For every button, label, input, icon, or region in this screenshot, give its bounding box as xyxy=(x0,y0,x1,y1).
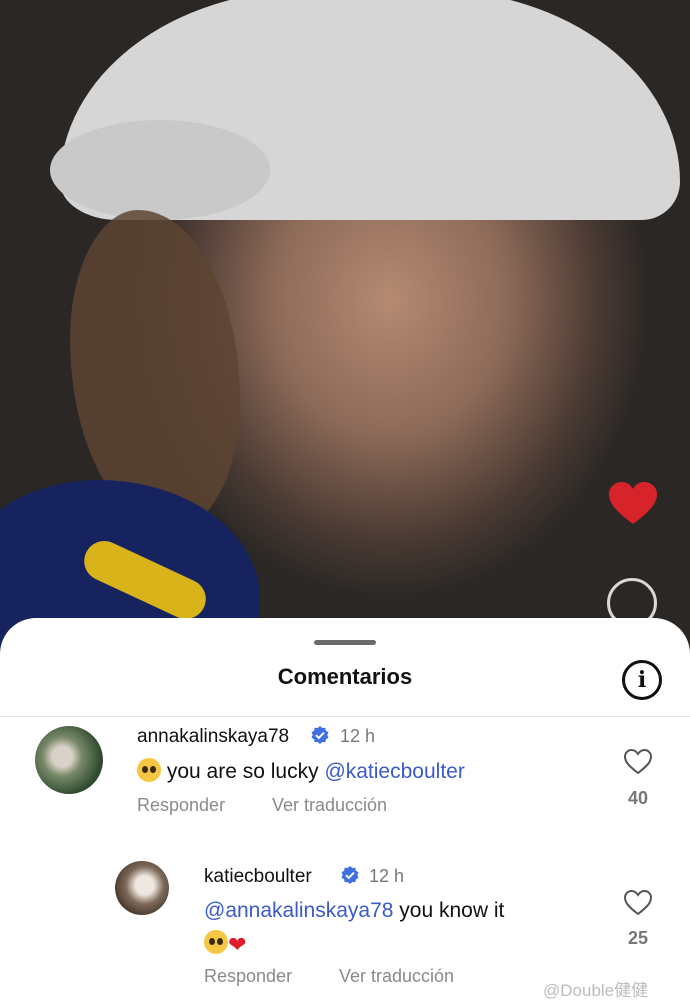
translate-button[interactable]: Ver traducción xyxy=(272,795,387,816)
red-heart-emoji-icon: ❤ xyxy=(228,932,247,957)
comment-time: 12 h xyxy=(369,866,405,886)
like-comment-heart-icon[interactable] xyxy=(623,748,653,775)
comments-sheet: Comentarios i annakalinskaya78 12 h you … xyxy=(0,618,690,1006)
avatar[interactable] xyxy=(35,726,103,794)
video-background xyxy=(0,0,690,660)
mention-link[interactable]: @annakalinskaya78 xyxy=(204,899,393,922)
comment-body: you know it xyxy=(399,899,505,922)
divider xyxy=(0,716,690,717)
like-video-heart-icon[interactable] xyxy=(607,480,659,526)
sheet-title: Comentarios xyxy=(277,664,413,689)
like-comment-heart-icon[interactable] xyxy=(623,889,653,916)
pleading-face-emoji-icon xyxy=(204,930,228,954)
info-icon[interactable]: i xyxy=(622,660,662,700)
comment-text: @annakalinskaya78 you know it xyxy=(204,899,504,923)
comment-text: you are so lucky @katiecboulter xyxy=(137,758,465,784)
like-count: 40 xyxy=(627,788,649,808)
mention-link[interactable]: @katiecboulter xyxy=(324,760,464,783)
pleading-face-emoji-icon xyxy=(137,758,161,782)
comment-time: 12 h xyxy=(340,726,376,746)
reply-button[interactable]: Responder xyxy=(137,795,225,816)
avatar[interactable] xyxy=(115,861,169,915)
comment-username[interactable]: katiecboulter xyxy=(204,866,312,888)
reply-button[interactable]: Responder xyxy=(204,966,292,987)
watermark: @Double健健 xyxy=(543,981,649,1000)
like-count: 25 xyxy=(627,928,649,948)
translate-button[interactable]: Ver traducción xyxy=(339,966,454,987)
comment-emojis: ❤ xyxy=(204,930,246,958)
verified-badge-icon xyxy=(341,866,359,884)
verified-badge-icon xyxy=(311,726,329,744)
cap-brim-shape xyxy=(50,120,270,220)
comment-body: you are so lucky xyxy=(166,760,319,783)
comment-username[interactable]: annakalinskaya78 xyxy=(137,726,289,748)
drag-handle[interactable] xyxy=(314,640,376,645)
